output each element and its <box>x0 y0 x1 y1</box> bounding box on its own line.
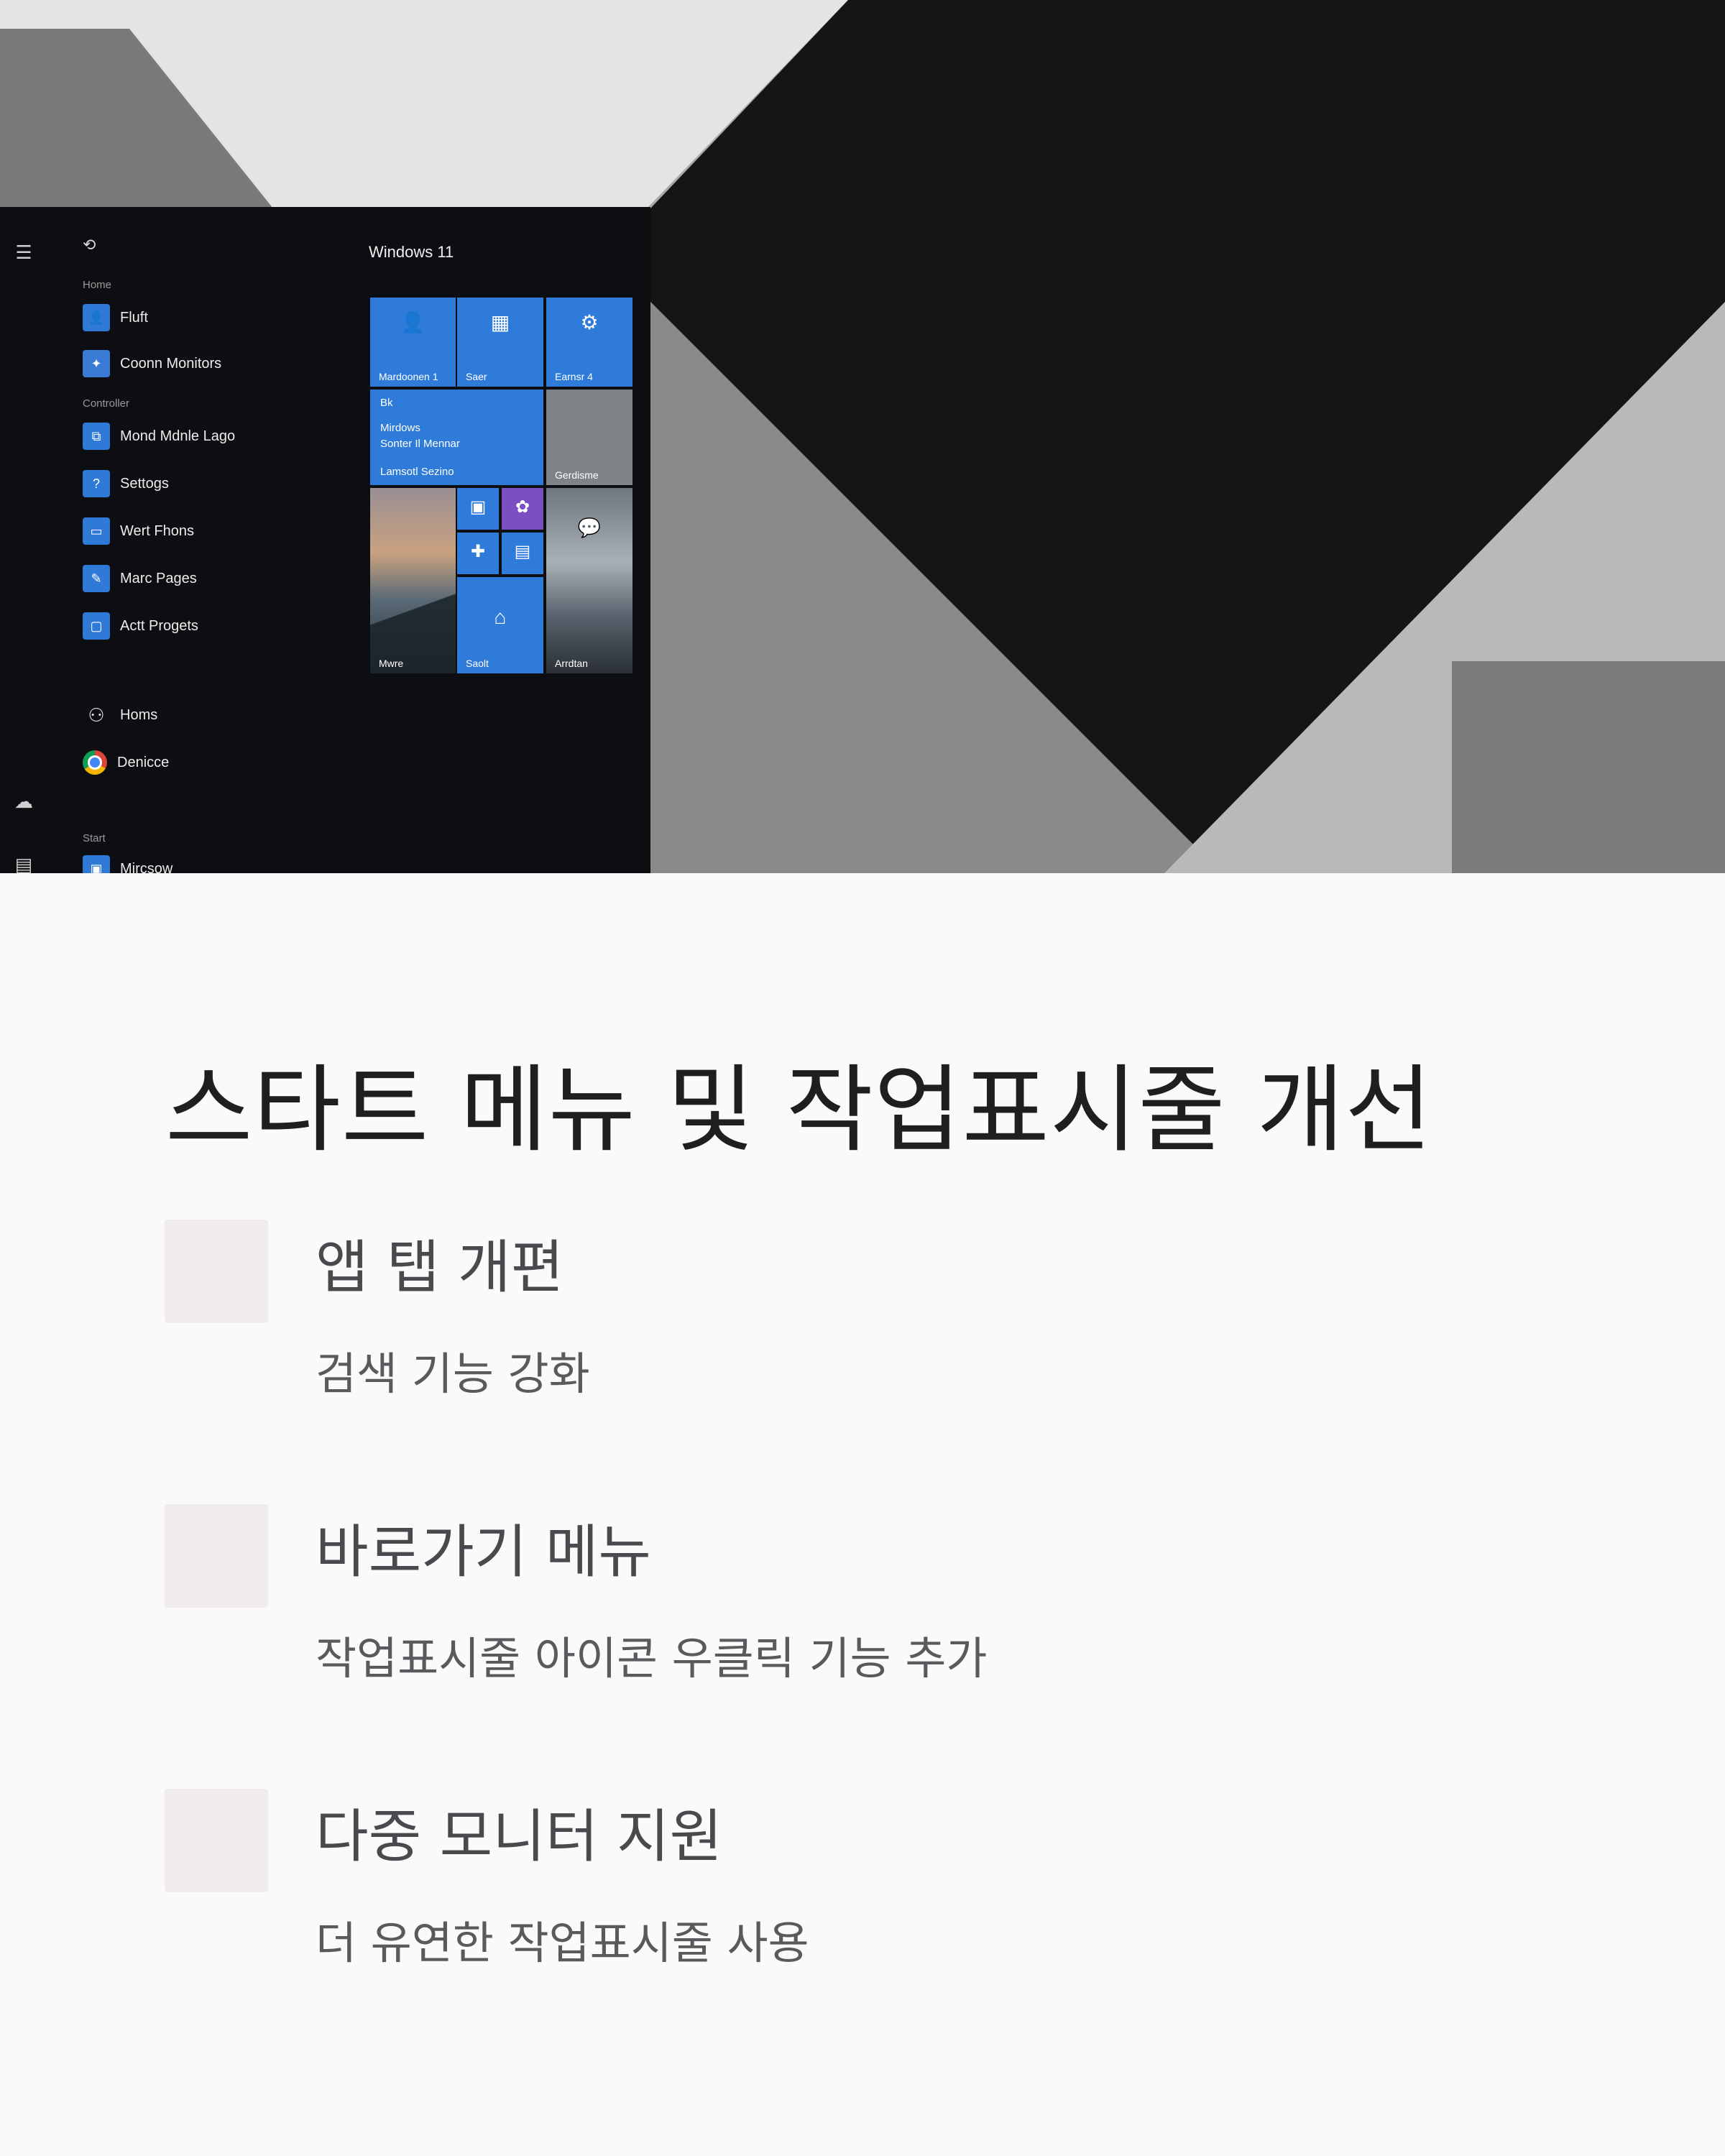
chrome-icon <box>83 750 107 775</box>
list-item[interactable]: ▣ Mircsow <box>83 854 172 873</box>
calendar-icon: ▤ <box>514 542 531 561</box>
puzzle-icon: ✚ <box>470 542 486 561</box>
feature-icon-placeholder <box>165 1504 268 1608</box>
list-item[interactable]: ✦ Coonn Monitors <box>83 349 221 379</box>
feature-heading: 앱 탭 개편 <box>316 1234 564 1301</box>
tools-icon: ✦ <box>83 350 110 377</box>
tile[interactable]: ⚙ Earnsr 4 <box>546 298 632 387</box>
section-label-controller: Controller <box>83 397 130 410</box>
list-item[interactable]: ? Settogs <box>83 469 169 499</box>
chat-icon: ▢ <box>83 612 110 640</box>
store-icon: ▣ <box>469 497 487 517</box>
list-item[interactable]: ▢ Actt Progets <box>83 611 198 641</box>
user-icon: 👤 <box>400 311 426 333</box>
list-item-label: Fluft <box>120 309 148 326</box>
list-item-label: Homs <box>120 706 158 723</box>
tile[interactable]: 💬 Arrdtan <box>546 488 632 673</box>
list-item-label: Wert Fhons <box>120 522 194 539</box>
feature-description: 더 유연한 작업표시줄 사용 <box>316 1917 809 1969</box>
list-item[interactable]: Denicce <box>83 747 169 778</box>
section-label-home: Home <box>83 279 112 291</box>
list-item[interactable]: ⧉ Mond Mdnle Lago <box>83 421 235 451</box>
tile-label: Saolt <box>466 658 489 669</box>
tile-label: Arrdtan <box>555 658 588 669</box>
tile-text: Lamsotl Sezino <box>380 466 454 478</box>
feature-item: 다중 모니터 지원 더 유연한 작업표시줄 사용 <box>165 1789 1530 1997</box>
tile[interactable]: 👤 Mardoonen 1 <box>370 298 456 387</box>
document-icon[interactable]: ▤ <box>13 854 34 873</box>
tile-label: Mardoonen 1 <box>379 371 438 382</box>
tile-text: Bk <box>380 397 393 409</box>
chat-bubble-icon: 💬 <box>577 517 602 538</box>
feature-description: 검색 기능 강화 <box>316 1348 590 1400</box>
window-icon: ▭ <box>83 517 110 545</box>
start-menu: ☰ ☁ ▤ ⟲ Home 👤 Fluft ✦ Coonn Monitors Co… <box>0 207 650 873</box>
feature-item: 바로가기 메뉴 작업표시줄 아이콘 우클릭 기능 추가 <box>165 1504 1530 1713</box>
tile[interactable]: Gerdisme <box>546 390 632 485</box>
tile-text: Sonter Il Mennar <box>380 438 460 450</box>
tile-label: Saer <box>466 371 487 382</box>
tile[interactable]: ⌂ Saolt <box>457 577 543 673</box>
news-icon: ▦ <box>490 311 510 333</box>
list-item-label: Mircsow <box>120 860 173 874</box>
hero-image: ☰ ☁ ▤ ⟲ Home 👤 Fluft ✦ Coonn Monitors Co… <box>0 0 1725 873</box>
network-icon: ⧉ <box>83 423 110 450</box>
photos-icon: ⌂ <box>494 606 507 628</box>
tile[interactable]: ▦ Saer <box>457 298 543 387</box>
hamburger-menu-icon[interactable]: ☰ <box>13 241 34 263</box>
tile[interactable]: Mwre <box>370 488 456 673</box>
user-app-icon: 👤 <box>83 304 110 331</box>
list-item[interactable]: ⚇ Homs <box>83 700 157 730</box>
gear-icon: ⚙ <box>580 311 599 333</box>
feature-icon-placeholder <box>165 1220 268 1323</box>
feature-description: 작업표시줄 아이콘 우클릭 기능 추가 <box>316 1632 988 1685</box>
list-item-label: Denicce <box>117 754 170 770</box>
tile-grid: 👤 Mardoonen 1 ▦ Saer ⚙ Earnsr 4 Bk Mirdo… <box>370 298 632 673</box>
page-title: 스타트 메뉴 및 작업표시줄 개선 <box>165 1055 1433 1166</box>
cloud-icon[interactable]: ☁ <box>13 791 34 812</box>
feature-heading: 바로가기 메뉴 <box>316 1519 652 1585</box>
list-item[interactable]: 👤 Fluft <box>83 303 148 333</box>
list-item[interactable]: ▭ Wert Fhons <box>83 516 194 546</box>
tile[interactable]: ▣ <box>457 488 499 530</box>
people-icon: ⚇ <box>88 704 105 726</box>
list-item-label: Marc Pages <box>120 570 197 586</box>
tile-text: Mirdows <box>380 422 420 434</box>
list-item-label: Settogs <box>120 475 169 492</box>
list-item-label: Actt Progets <box>120 617 198 634</box>
tile[interactable]: ✿ <box>502 488 543 530</box>
feature-heading: 다중 모니터 지원 <box>316 1803 723 1870</box>
tile-label: Gerdisme <box>555 469 599 481</box>
section-label-start: Start <box>83 832 106 844</box>
paint-icon: ✿ <box>515 497 530 517</box>
tile[interactable]: ✚ <box>457 533 499 574</box>
list-item[interactable]: ✎ Marc Pages <box>83 563 197 594</box>
tile[interactable]: ▤ <box>502 533 543 574</box>
edit-icon: ✎ <box>83 565 110 592</box>
list-item-label: Coonn Monitors <box>120 355 222 372</box>
tile-label: Mwre <box>379 658 404 669</box>
pin-icon[interactable]: ⟲ <box>83 236 104 257</box>
question-icon: ? <box>83 470 110 497</box>
app-icon: ▣ <box>83 855 110 873</box>
feature-item: 앱 탭 개편 검색 기능 강화 <box>165 1220 1530 1428</box>
feature-icon-placeholder <box>165 1789 268 1892</box>
start-menu-title: Windows 11 <box>369 243 454 261</box>
list-item-label: Mond Mdnle Lago <box>120 428 236 444</box>
tile[interactable]: Bk Mirdows Sonter Il Mennar Lamsotl Sezi… <box>370 390 543 485</box>
tile-label: Earnsr 4 <box>555 371 593 382</box>
